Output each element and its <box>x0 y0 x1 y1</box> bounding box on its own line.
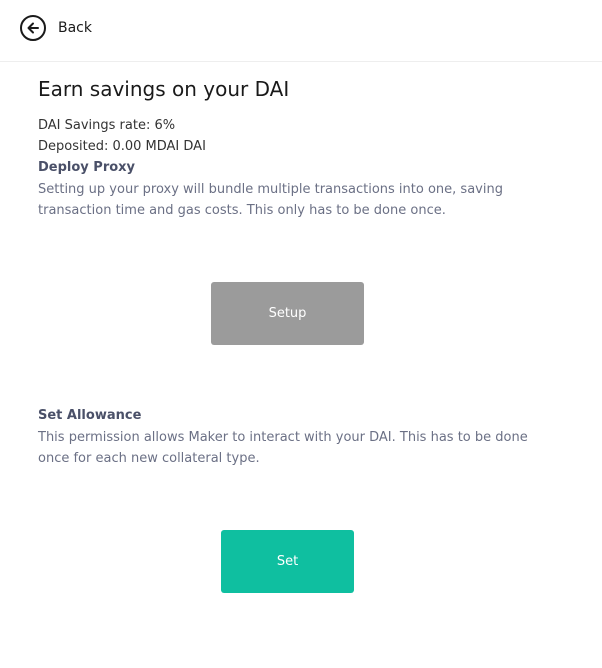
savings-rate-text: DAI Savings rate: 6% <box>38 118 176 133</box>
deploy-proxy-description: Setting up your proxy will bundle multip… <box>38 182 503 218</box>
set-allowance-description: This permission allows Maker to interact… <box>38 430 528 466</box>
deposited-text: Deposited: 0.00 MDAI DAI <box>38 139 206 154</box>
arrow-left-icon <box>20 15 46 41</box>
header: Back <box>0 0 602 62</box>
set-button[interactable]: Set <box>221 530 354 593</box>
setup-button[interactable]: Setup <box>211 282 364 345</box>
setup-button-label: Setup <box>268 306 307 321</box>
set-button-label: Set <box>276 554 299 569</box>
page-title: Earn savings on your DAI <box>38 77 290 101</box>
deploy-proxy-heading: Deploy Proxy <box>38 160 136 175</box>
back-label: Back <box>58 20 92 36</box>
back-button[interactable]: Back <box>20 14 92 42</box>
set-allowance-heading: Set Allowance <box>38 408 142 423</box>
